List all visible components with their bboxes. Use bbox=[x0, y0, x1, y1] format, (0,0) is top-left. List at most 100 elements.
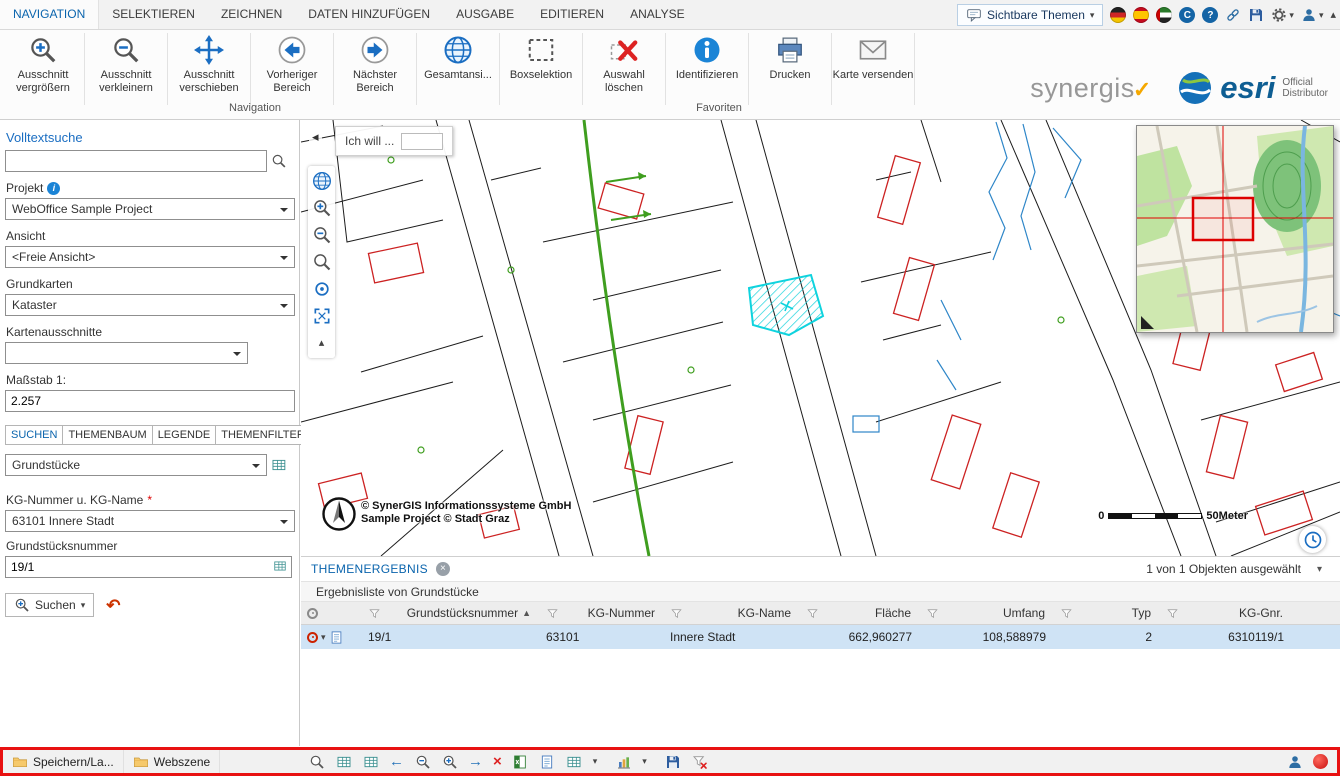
save-session-icon[interactable] bbox=[1248, 7, 1264, 23]
next-extent-button[interactable]: Nächster Bereich bbox=[334, 30, 416, 95]
tab-themenbaum[interactable]: THEMENBAUM bbox=[63, 425, 152, 445]
ich-will-widget[interactable]: Ich will ... bbox=[335, 126, 453, 156]
map-zoom-box-button[interactable] bbox=[311, 251, 333, 273]
menu-tab-ausgabe[interactable]: AUSGABE bbox=[443, 0, 527, 29]
search-icon[interactable] bbox=[271, 153, 287, 169]
tab-legende[interactable]: LEGENDE bbox=[153, 425, 217, 445]
map-tools-collapse-button[interactable]: ▴ bbox=[311, 332, 333, 354]
link-icon[interactable] bbox=[1225, 7, 1241, 23]
tab-themenfilter[interactable]: THEMENFILTER bbox=[216, 425, 311, 445]
flag-spanish-icon[interactable] bbox=[1133, 7, 1149, 23]
language-icon[interactable]: C bbox=[1179, 7, 1195, 23]
map-extent-button[interactable] bbox=[311, 305, 333, 327]
box-selection-button[interactable]: Boxselektion bbox=[500, 30, 582, 82]
chevron-down-icon[interactable]: ▾ bbox=[321, 633, 326, 642]
tab-suchen[interactable]: SUCHEN bbox=[5, 425, 63, 445]
excel-export-button[interactable] bbox=[512, 753, 529, 770]
table-zoom-out-button[interactable] bbox=[414, 753, 431, 770]
column-header-kg-name[interactable]: KG-Name bbox=[663, 602, 799, 624]
menu-tab-analyse[interactable]: ANALYSE bbox=[617, 0, 697, 29]
clear-selection-button[interactable]: Auswahl löschen bbox=[583, 30, 665, 95]
map-full-extent-button[interactable] bbox=[311, 170, 333, 192]
flag-german-icon[interactable] bbox=[1110, 7, 1126, 23]
report-button[interactable] bbox=[539, 753, 556, 770]
zoom-in-button[interactable]: Ausschnitt vergrößern bbox=[2, 30, 84, 95]
flag-arabic-icon[interactable] bbox=[1156, 7, 1172, 23]
zoom-to-selection-button[interactable] bbox=[308, 753, 325, 770]
clear-result-icon[interactable]: × bbox=[493, 754, 502, 769]
feature-report-icon[interactable] bbox=[329, 630, 344, 645]
attribute-table-button[interactable] bbox=[335, 753, 352, 770]
column-header-kg-gnr[interactable]: KG-Gnr. bbox=[1159, 602, 1291, 624]
filter-icon[interactable] bbox=[1166, 607, 1179, 620]
previous-record-icon[interactable]: ← bbox=[389, 754, 404, 769]
layer-list-icon[interactable] bbox=[271, 457, 287, 473]
time-slider-button[interactable] bbox=[1299, 526, 1326, 553]
filter-icon[interactable] bbox=[670, 607, 683, 620]
column-header-flaeche[interactable]: Fläche bbox=[799, 602, 919, 624]
copy-selection-button[interactable] bbox=[566, 753, 583, 770]
chart-button[interactable] bbox=[615, 753, 632, 770]
user-button[interactable]: ▾ bbox=[1301, 7, 1324, 23]
user-session-button[interactable] bbox=[1286, 753, 1303, 770]
menu-tab-editieren[interactable]: EDITIEREN bbox=[527, 0, 617, 29]
filter-icon[interactable] bbox=[1060, 607, 1073, 620]
fulltext-search-input[interactable] bbox=[5, 150, 267, 172]
project-select[interactable]: WebOffice Sample Project bbox=[5, 198, 295, 220]
input-helper-icon[interactable] bbox=[273, 559, 287, 573]
column-header-typ[interactable]: Typ bbox=[1053, 602, 1159, 624]
map-center-button[interactable] bbox=[311, 278, 333, 300]
extent-select[interactable] bbox=[5, 342, 248, 364]
parcel-number-input[interactable] bbox=[5, 556, 292, 578]
filter-icon[interactable] bbox=[546, 607, 559, 620]
filter-icon[interactable] bbox=[926, 607, 939, 620]
results-tab[interactable]: THEMENERGEBNIS bbox=[311, 562, 428, 576]
identify-button[interactable]: Identifizieren bbox=[666, 30, 748, 82]
reset-form-icon[interactable]: ↶ bbox=[106, 597, 120, 614]
new-table-button[interactable] bbox=[362, 753, 379, 770]
visible-themes-button[interactable]: Sichtbare Themen ▾ bbox=[957, 4, 1103, 26]
column-header-kg-nummer[interactable]: KG-Nummer bbox=[539, 602, 663, 624]
collapse-sidebar-icon[interactable]: ◂ bbox=[309, 128, 322, 146]
table-zoom-in-button[interactable] bbox=[441, 753, 458, 770]
menu-tab-zeichnen[interactable]: ZEICHNEN bbox=[208, 0, 295, 29]
close-results-icon[interactable]: × bbox=[436, 562, 450, 576]
search-theme-select[interactable]: Grundstücke bbox=[5, 454, 267, 476]
overview-map[interactable] bbox=[1136, 125, 1334, 333]
kg-select[interactable]: 63101 Innere Stadt bbox=[5, 510, 295, 532]
settings-button[interactable]: ▾ bbox=[1271, 7, 1294, 23]
send-map-button[interactable]: Karte versenden bbox=[832, 30, 914, 82]
previous-extent-button[interactable]: Vorheriger Bereich bbox=[251, 30, 333, 95]
save-result-button[interactable] bbox=[665, 753, 682, 770]
next-record-icon[interactable]: → bbox=[468, 754, 483, 769]
webszene-button[interactable]: Webszene bbox=[124, 750, 220, 773]
pan-button[interactable]: Ausschnitt verschieben bbox=[168, 30, 250, 95]
column-header-grundstuecksnummer[interactable]: Grundstücksnummer▲ bbox=[361, 602, 539, 624]
ich-will-input[interactable] bbox=[401, 133, 443, 150]
map-zoom-in-button[interactable] bbox=[311, 197, 333, 219]
map-zoom-out-button[interactable] bbox=[311, 224, 333, 246]
menu-tab-selektieren[interactable]: SELEKTIEREN bbox=[99, 0, 208, 29]
menu-tab-daten-hinzufuegen[interactable]: DATEN HINZUFÜGEN bbox=[295, 0, 443, 29]
chevron-down-icon[interactable]: ▾ bbox=[593, 757, 598, 766]
column-header-umfang[interactable]: Umfang bbox=[919, 602, 1053, 624]
scale-input[interactable] bbox=[5, 390, 295, 412]
full-extent-button[interactable]: Gesamtansi... bbox=[417, 30, 499, 82]
view-select[interactable]: <Freie Ansicht> bbox=[5, 246, 295, 268]
menu-tab-navigation[interactable]: NAVIGATION bbox=[0, 0, 99, 29]
info-icon[interactable]: i bbox=[47, 182, 60, 195]
suchen-button[interactable]: Suchen ▾ bbox=[5, 593, 94, 617]
table-row[interactable]: ▾ 19/1 63101 Innere Stadt 662,960277 108… bbox=[301, 625, 1340, 649]
remove-filter-button[interactable] bbox=[692, 753, 709, 770]
zoom-to-feature-icon[interactable] bbox=[307, 632, 318, 643]
help-icon[interactable]: ? bbox=[1202, 7, 1218, 23]
print-button[interactable]: Drucken bbox=[749, 30, 831, 82]
zoom-out-button[interactable]: Ausschnitt verkleinern bbox=[85, 30, 167, 95]
basemap-select[interactable]: Kataster bbox=[5, 294, 295, 316]
collapse-ribbon-icon[interactable]: ▴ bbox=[1330, 10, 1336, 21]
collapse-panel-icon[interactable]: ▾ bbox=[1317, 564, 1322, 575]
north-arrow-icon[interactable] bbox=[321, 496, 357, 532]
save-load-button[interactable]: Speichern/La... bbox=[3, 750, 124, 773]
map-view[interactable]: ◂ Ich will ... ▴ © SynerGIS Informations… bbox=[301, 120, 1340, 556]
sort-asc-icon[interactable]: ▲ bbox=[522, 608, 531, 618]
